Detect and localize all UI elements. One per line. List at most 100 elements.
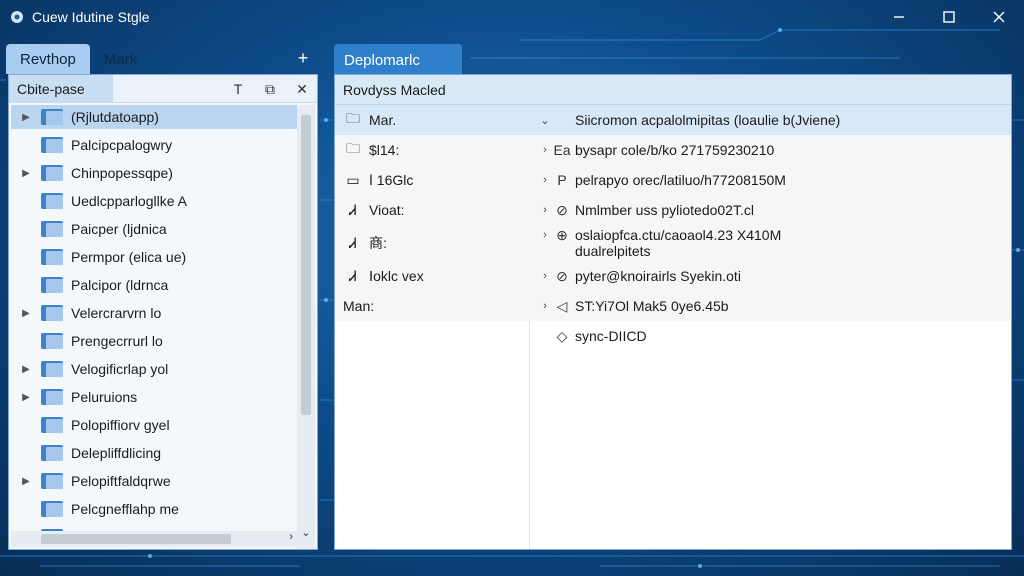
window-controls [874, 0, 1024, 34]
tree-item[interactable]: Prengecrrurl lo [11, 329, 297, 353]
property-key: 🗀 $l14: [335, 135, 529, 165]
property-row[interactable]: 🗀 $l14: › Ea bysapr cole/b/ko 271759230210 [335, 135, 1011, 165]
property-row[interactable]: ▭ ⅼ 16Glc › Ppelrapyo orec/latiluo/h7720815… [335, 165, 1011, 195]
tree-item[interactable]: Pelcgnefflahp me [11, 497, 297, 521]
vertical-scrollbar[interactable]: ⌄ [297, 105, 315, 549]
value-expand-icon[interactable]: › [537, 300, 553, 312]
tree-item-label: Prengecrrurl lo [71, 333, 163, 349]
value-expand-icon[interactable]: › [537, 229, 553, 241]
property-value-text: oslaiopfca.ctu/caoaol4.23 X410M dualrelp… [575, 227, 782, 259]
tab-mark[interactable]: Mark [90, 44, 151, 74]
filter-icon[interactable]: T [229, 81, 247, 97]
folder-icon [41, 473, 63, 489]
t-icon: Ꮧ [349, 201, 357, 218]
property-key: ▭ ⅼ 16Glc [335, 165, 529, 195]
tree-item[interactable]: ▶ Pelopiftfaldqrwe [11, 469, 297, 493]
folder-icon: 🗀 [346, 140, 360, 156]
maximize-button[interactable] [924, 0, 974, 34]
add-tab-button[interactable]: + [294, 48, 312, 69]
left-tab-strip: Revthop Mark [6, 44, 151, 74]
folder-icon [41, 305, 63, 321]
property-key-label: Vioat: [369, 202, 405, 218]
minimize-icon [894, 16, 904, 18]
property-value-text: Nmlmber uss pyliotedo02T.cl [575, 201, 754, 218]
folder-icon [41, 221, 63, 237]
value-type-icon: ⊕ [556, 227, 568, 243]
property-row[interactable]: Ꮧ Vioat: › ⊘ Nmlmber uss pyliotedo02T.cl [335, 195, 1011, 225]
tree-item[interactable]: Polopiffiorv gyel [11, 413, 297, 437]
tree-item[interactable]: Paicper (ljdnica [11, 217, 297, 241]
tree-item[interactable]: Permpor (elica ue) [11, 245, 297, 269]
property-value: › ◁ ST:Yi7Ol Mak5 0ye6.45b [529, 298, 1011, 315]
property-value: › ⊕ oslaiopfca.ctu/caoaol4.23 X410M dualre… [529, 227, 1011, 259]
property-value: ⌄ Siicromon acpalolmipitas (loaulie b(Jvi… [529, 112, 1011, 128]
tree-item[interactable]: Uedlcpparlogllke A [11, 189, 297, 213]
t-icon: Ꮧ [349, 234, 357, 251]
expand-arrow-icon[interactable]: ▶ [11, 168, 41, 179]
folder-icon [41, 109, 63, 125]
value-type-icon: ◁ [556, 297, 568, 314]
tree-item-label: Palcipor (ldrnca [71, 277, 169, 293]
tree-item[interactable]: ▶ Velogificrlap yol [11, 357, 297, 381]
value-expand-icon[interactable]: › [537, 144, 553, 156]
app-gear-icon [11, 11, 23, 23]
property-row[interactable]: Ꮧ Ⅰoklc vex › ⊘ pyter@knoirairls Syekin.oti [335, 261, 1011, 291]
tree-item-label: Delepliffdlicing [71, 445, 162, 461]
value-expand-icon[interactable]: › [537, 270, 553, 282]
tree-item-label: Chinpopessqpe) [71, 165, 173, 181]
expand-arrow-icon[interactable]: ▶ [11, 308, 41, 319]
scroll-thumb[interactable] [301, 115, 311, 415]
value-type-icon: P [557, 172, 567, 188]
scroll-down-icon[interactable]: ⌄ [297, 526, 315, 539]
property-row[interactable]: ◇ sync-DIICD [335, 321, 1011, 351]
property-value: › Ea bysapr cole/b/ko 271759230210 [529, 142, 1011, 158]
folder-icon [41, 389, 63, 405]
tree-item-label: Paicper (ljdnica [71, 221, 167, 237]
property-key: Ꮧ Ⅰoklc vex [335, 261, 529, 291]
window-title: Cuew Idutine Stgle [32, 9, 150, 25]
tree-item[interactable]: Palcipor (ldrnca [11, 273, 297, 297]
expand-arrow-icon[interactable]: ▶ [11, 112, 41, 123]
property-value: › ⊘ pyter@knoirairls Syekin.oti [529, 268, 1011, 285]
close-button[interactable] [974, 0, 1024, 34]
value-type-icon: ⊘ [556, 201, 568, 218]
property-row[interactable]: Man: › ◁ ST:Yi7Ol Mak5 0ye6.45b [335, 291, 1011, 321]
minimize-button[interactable] [874, 0, 924, 34]
expand-arrow-icon[interactable]: ▶ [11, 392, 41, 403]
tree-item-label: Pelopiftfaldqrwe [71, 473, 171, 489]
horizontal-scrollbar[interactable]: › [11, 531, 297, 547]
property-row[interactable]: 🗀 Mar. ⌄ Siicromon acpalolmipitas (loaulie … [335, 105, 1011, 135]
tab-deplomarlc[interactable]: Deplomarlc [334, 44, 462, 76]
tree-item[interactable]: ▶ (Rjlutdatoapp) [11, 105, 297, 129]
left-panel-title: Cbite-pase [9, 74, 113, 103]
folder-icon [41, 249, 63, 265]
property-value-text: Siicromon acpalolmipitas (loaulie b(Jvie… [575, 112, 841, 128]
property-row[interactable]: Ꮧ 商: › ⊕ oslaiopfca.ctu/caoaol4.23 X410M dua… [335, 225, 1011, 261]
tree-item-label: Polopiffiorv gyel [71, 417, 170, 433]
tree-item[interactable]: Delepliffdlicing [11, 441, 297, 465]
expand-arrow-icon[interactable]: ▶ [11, 364, 41, 375]
tree-item[interactable]: ▶ Chinpopessqpe) [11, 161, 297, 185]
close-panel-icon[interactable]: ✕ [293, 81, 311, 98]
tree-item[interactable]: ▶ Velercrarvrn lo [11, 301, 297, 325]
tab-revthop[interactable]: Revthop [6, 44, 90, 74]
tree-item[interactable]: ▶ Peluruions [11, 385, 297, 409]
tree-item[interactable]: Palcipcpalogwry [11, 133, 297, 157]
tree-item-label: Palcipcpalogwry [71, 137, 173, 153]
properties-panel: Rovdyss Macled 🗀 Mar. ⌄ Siicromon acpalolmi… [334, 74, 1012, 550]
expand-arrow-icon[interactable]: ▶ [11, 476, 41, 487]
value-expand-icon[interactable]: ⌄ [537, 114, 553, 127]
scroll-right-icon[interactable]: › [289, 531, 293, 543]
popout-icon[interactable]: ⧉ [261, 81, 279, 98]
value-expand-icon[interactable]: › [537, 174, 553, 186]
property-key-label: 商: [369, 235, 387, 251]
tree-item-label: Uedlcpparlogllke A [71, 193, 187, 209]
folder-tree: ▶ (Rjlutdatoapp) Palcipcpalogwry ▶ Chinpopes… [11, 105, 297, 549]
value-expand-icon[interactable]: › [537, 204, 553, 216]
property-key-label: Man: [343, 298, 375, 314]
property-key-label: $l14: [369, 142, 400, 158]
hscroll-thumb[interactable] [41, 534, 231, 544]
value-type-icon: ◇ [556, 327, 568, 344]
folder-icon [41, 333, 63, 349]
properties-list: 🗀 Mar. ⌄ Siicromon acpalolmipitas (loaulie … [335, 105, 1011, 351]
